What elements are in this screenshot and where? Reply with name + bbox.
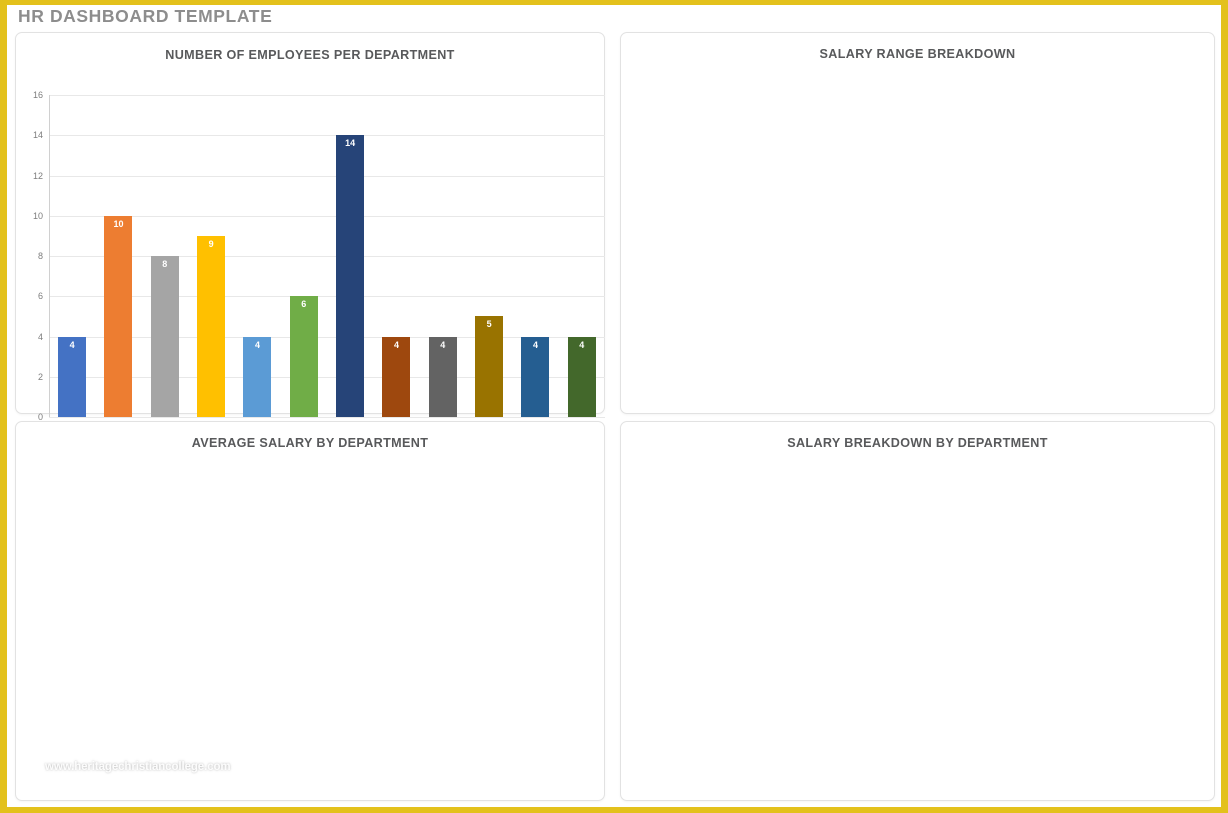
bar-value-label: 4	[393, 339, 399, 350]
bar-management: 4	[58, 336, 87, 417]
y-axis-tick: 14	[32, 130, 43, 141]
y-axis-tick: 12	[32, 170, 43, 181]
bar-value-label: 8	[162, 259, 168, 269]
bar-value-label: 4	[254, 339, 260, 350]
chart-title-salary-range: SALARY RANGE BREAKDOWN	[819, 47, 1016, 61]
card-salary-breakdown-by-department: SALARY BREAKDOWN BY DEPARTMENT $-$200,00…	[620, 421, 1215, 801]
column-group: 9Creative	[188, 95, 234, 429]
bar-web-development: 5	[475, 316, 504, 417]
bar-production: 14	[336, 135, 365, 417]
column-group: 4HR & Facilities	[373, 95, 419, 437]
column-group: 4IT	[512, 95, 558, 429]
bar-media-buying: 6	[289, 296, 318, 417]
card-average-salary-by-department: AVERAGE SALARY BY DEPARTMENT $-$50,000$1…	[15, 421, 605, 801]
chart-title-employees: NUMBER OF EMPLOYEES PER DEPARTMENT	[165, 48, 455, 62]
column-group: 8Account Planning	[142, 95, 188, 437]
chart-title-average-salary: AVERAGE SALARY BY DEPARTMENT	[191, 436, 429, 450]
column-group: 4Research	[420, 95, 466, 429]
column-group: 14Production	[327, 95, 373, 429]
chart-title-salary-breakdown: SALARY BREAKDOWN BY DEPARTMENT	[787, 436, 1048, 450]
page-title: HR DASHBOARD TEMPLATE	[18, 6, 273, 26]
bar-account-service: 10	[104, 215, 133, 417]
bar-traffic: 4	[567, 336, 596, 417]
gridline	[49, 417, 605, 418]
card-employees-per-department: NUMBER OF EMPLOYEES PER DEPARTMENT 02468…	[15, 32, 605, 437]
bar-value-label: 4	[579, 339, 585, 350]
column-group: 4Finance & Accounts	[234, 95, 280, 437]
bar-value-label: 6	[301, 299, 307, 310]
bar-value-label: 4	[532, 339, 538, 350]
column-group: 4Management	[49, 95, 95, 429]
bar-value-label: 14	[345, 138, 356, 149]
bar-account-planning: 8	[150, 256, 179, 417]
bar-value-label: 5	[486, 319, 492, 330]
bar-value-label: 4	[69, 339, 75, 350]
bar-hr-facilities: 4	[382, 336, 411, 417]
bar-finance-accounts: 4	[243, 336, 272, 417]
bar-research: 4	[428, 336, 457, 417]
y-axis-tick: 4	[37, 331, 43, 342]
card-salary-range-breakdown: SALARY RANGE BREAKDOWN 05101520253035404…	[620, 32, 1215, 414]
bar-it: 4	[521, 336, 550, 417]
y-axis-tick: 8	[37, 251, 43, 261]
y-axis-tick: 6	[37, 291, 43, 302]
y-axis-tick: 10	[32, 210, 43, 221]
bar-value-label: 10	[113, 218, 124, 229]
y-axis-tick: 16	[32, 90, 43, 100]
y-axis-tick: 2	[37, 371, 43, 382]
bar-creative: 9	[197, 235, 226, 417]
column-group: 10Account Service	[95, 95, 141, 437]
chart-employees-per-department: 02468101214164Management10Account Servic…	[33, 90, 605, 437]
bar-value-label: 9	[208, 238, 214, 249]
column-group: 5Web Development	[466, 95, 512, 437]
column-group: 6Media Buying	[281, 95, 327, 429]
bar-value-label: 4	[440, 339, 446, 350]
column-group: 4Traffic	[559, 95, 605, 429]
dashboard-page: HR DASHBOARD TEMPLATE NUMBER OF EMPLOYEE…	[0, 0, 1228, 813]
